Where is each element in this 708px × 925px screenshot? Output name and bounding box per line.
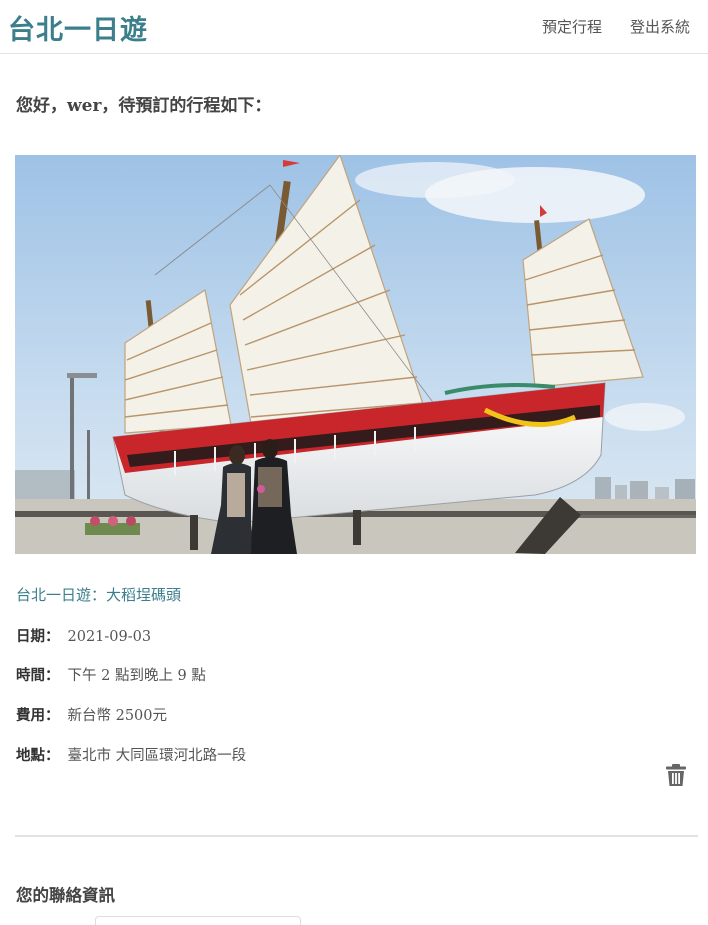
- greeting-heading: 您好，wer，待預訂的行程如下：: [16, 96, 272, 116]
- fee-value: 新台幣 2500元: [67, 708, 168, 724]
- trash-icon[interactable]: [665, 763, 687, 787]
- contact-name-input[interactable]: [95, 916, 301, 925]
- date-row: 日期： 2021-09-03: [16, 625, 151, 646]
- tour-title-link[interactable]: 台北一日遊：大稻埕碼頭: [16, 584, 181, 605]
- location-row: 地點： 臺北市 大同區環河北路一段: [16, 744, 246, 765]
- contact-section-title: 您的聯絡資訊: [16, 886, 115, 905]
- time-label: 時間：: [16, 668, 60, 684]
- date-label: 日期：: [16, 629, 60, 645]
- location-label: 地點：: [16, 748, 60, 764]
- fee-row: 費用： 新台幣 2500元: [16, 704, 167, 725]
- location-value: 臺北市 大同區環河北路一段: [67, 748, 247, 764]
- navbar: 台北一日遊 預定行程 登出系統: [0, 0, 708, 54]
- section-divider: [15, 835, 698, 837]
- date-value: 2021-09-03: [67, 629, 152, 645]
- time-row: 時間： 下午 2 點到晚上 9 點: [16, 664, 206, 685]
- brand-logo-link[interactable]: 台北一日遊: [8, 8, 148, 47]
- nav-links: 預定行程 登出系統: [542, 16, 690, 37]
- nav-logout-link[interactable]: 登出系統: [630, 16, 690, 37]
- fee-label: 費用：: [16, 708, 60, 724]
- time-value: 下午 2 點到晚上 9 點: [67, 668, 206, 684]
- nav-booking-link[interactable]: 預定行程: [542, 16, 602, 37]
- attraction-photo: [15, 155, 696, 554]
